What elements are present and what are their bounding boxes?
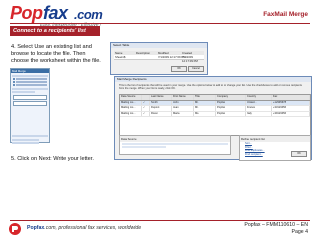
logo-part-pop: Pop [10, 3, 43, 23]
column-header[interactable]: Data Source [120, 95, 142, 100]
radio-icon [13, 81, 15, 83]
cell: Mailing Lis... [120, 106, 142, 111]
step-4-instruction: 4. Select Use an existing list and brows… [11, 44, 105, 65]
column-header[interactable]: First Name [172, 95, 194, 100]
table-row[interactable]: Mailing Lis... ✓ Rossi Maria Ms. Popfax … [120, 111, 310, 117]
cell: Smith [150, 100, 172, 105]
edit-recipient-list-link[interactable] [13, 101, 47, 106]
cell: Mr. [194, 106, 216, 111]
task-pane-line [12, 87, 48, 90]
data-source-entry[interactable] [122, 143, 228, 145]
column-header[interactable]: Title [194, 95, 216, 100]
task-pane-line [12, 91, 35, 93]
footer-tagline: .com, professional fax services, worldwi… [44, 225, 142, 231]
browse-link[interactable] [13, 94, 47, 100]
table-row-sheet1[interactable]: Sheet1$ 7/1/2009 12:17:09 PM 7/1/2009 12… [114, 55, 204, 63]
cell: Maria [172, 111, 194, 116]
cell: John [172, 100, 194, 105]
footer-brand: Popfax [27, 225, 45, 231]
footer-reference: Popfax – FMM110610 – EN Page 4 [244, 222, 308, 236]
column-header[interactable]: Fax [272, 95, 310, 100]
radio-new-list[interactable] [13, 84, 47, 86]
section-title: Connect to a recipients' list [10, 26, 100, 36]
cancel-button[interactable]: Cancel [188, 66, 204, 72]
cell-name: Sheet1$ [115, 55, 126, 59]
cell: Mailing Lis... [120, 111, 142, 116]
refine-recipient-list: Refine recipient list Sort... Filter... … [239, 135, 311, 161]
previous-step-link[interactable] [12, 142, 39, 144]
cell: Mailing Lis... [120, 100, 142, 105]
document-reference: Popfax – FMM110610 – EN [244, 222, 308, 228]
step-5-instruction: 5. Click on Next: Write your letter. [11, 156, 111, 162]
cell: +12345678 [272, 100, 310, 105]
task-pane-spacer [11, 108, 49, 134]
cell: +33123456 [272, 106, 310, 111]
cell: Jean [172, 106, 194, 111]
column-header[interactable]: Last Name [150, 95, 172, 100]
recipient-checkbox[interactable]: ✓ [142, 100, 150, 105]
next-step-link[interactable] [12, 138, 39, 141]
task-pane-line [12, 74, 48, 77]
data-source-box: Data Source [119, 135, 231, 155]
cell: Popfax [216, 106, 246, 111]
cell: Popfax [216, 100, 246, 105]
logo-part-fax: fax [43, 3, 68, 23]
data-source-label: Data Source [120, 136, 230, 142]
page-number: Page 4 [291, 229, 308, 235]
radio-use-existing-list[interactable] [13, 78, 47, 80]
cell: United... [246, 100, 272, 105]
recipients-grid: Data Source Last Name First Name Title C… [119, 94, 311, 136]
select-table-dialog: Select Table Name Description Modified C… [110, 42, 208, 75]
cell: +39123456 [272, 111, 310, 116]
dialog-title: Select Table [111, 43, 207, 48]
cell: Ms. [194, 111, 216, 116]
step-5-text: 5. Click on Next: Write your letter. [11, 156, 94, 162]
cell-created: 7/1/2009 12:17:09 PM [182, 55, 198, 63]
cell: Italy [246, 111, 272, 116]
footer-divider [10, 220, 310, 221]
mail-merge-recipients-dialog: Mail Merge Recipients This is the list o… [114, 76, 312, 161]
step-4-text: 4. Select Use an existing list and brows… [11, 44, 101, 64]
dialog-instructions: This is the list of recipients that will… [119, 84, 302, 91]
popfax-icon [9, 223, 21, 235]
radio-icon [13, 84, 15, 86]
data-source-entry [122, 146, 166, 148]
column-header[interactable]: Company [216, 95, 246, 100]
radio-label [16, 78, 47, 80]
radio-icon [13, 78, 15, 80]
cell: Popfax [216, 111, 246, 116]
header-divider [10, 23, 310, 24]
cell: Rossi [150, 111, 172, 116]
recipient-checkbox[interactable]: ✓ [142, 106, 150, 111]
page-header-title: FaxMail Merge [263, 11, 308, 18]
ok-button[interactable]: OK [291, 151, 307, 157]
column-header[interactable] [142, 95, 150, 100]
column-header[interactable]: Country [246, 95, 272, 100]
task-pane-header: Mail Merge [11, 69, 49, 73]
radio-label [16, 81, 47, 83]
dialog-title: Mail Merge Recipients [115, 77, 311, 82]
cell: France [246, 106, 272, 111]
radio-outlook-contacts[interactable] [13, 81, 47, 83]
logo-part-com: .com [74, 7, 103, 22]
recipient-checkbox[interactable]: ✓ [142, 111, 150, 116]
task-pane-line [12, 135, 48, 137]
radio-label [16, 84, 47, 86]
footer-text: Popfax.com, professional fax services, w… [27, 225, 141, 231]
ok-button[interactable]: OK [171, 66, 187, 72]
mail-merge-task-pane: Mail Merge [10, 68, 50, 144]
cell: Mr. [194, 100, 216, 105]
cell: Dupont [150, 106, 172, 111]
